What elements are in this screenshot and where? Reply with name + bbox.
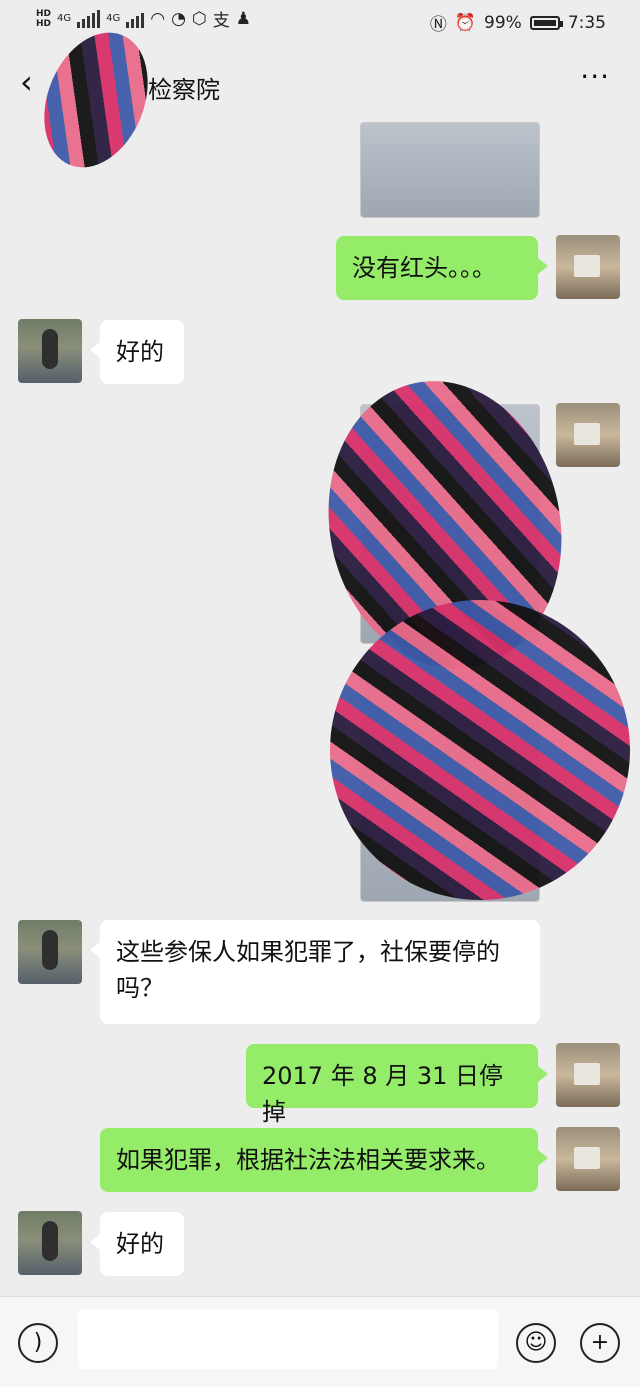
network2-label: 4G xyxy=(106,13,121,24)
nfc-icon: Ⓝ xyxy=(429,15,447,35)
back-button[interactable]: ‹ xyxy=(20,66,33,98)
contact-avatar[interactable] xyxy=(18,319,82,383)
contact-avatar[interactable] xyxy=(18,1211,82,1275)
my-avatar[interactable] xyxy=(556,1043,620,1107)
plus-icon[interactable]: + xyxy=(580,1323,620,1363)
hd-badge-2: HD xyxy=(36,18,52,29)
signal2-icon xyxy=(126,10,145,28)
message-bubble-in[interactable]: 好的 xyxy=(90,1212,184,1276)
alipay-icon: 支 xyxy=(212,11,230,31)
wifi-icon: ◠ xyxy=(150,8,166,29)
voice-icon[interactable]: ) xyxy=(18,1323,58,1363)
image-redaction xyxy=(280,550,640,950)
emoji-icon[interactable]: ☺ xyxy=(516,1323,556,1363)
clock-time: 7:35 xyxy=(567,12,606,33)
battery-icon xyxy=(529,15,563,30)
hd-badge-1: HD xyxy=(36,8,52,19)
shield-icon: ⬡ xyxy=(191,8,207,29)
contact-avatar[interactable] xyxy=(18,920,82,984)
message-input[interactable] xyxy=(78,1309,498,1369)
image-message[interactable] xyxy=(360,122,540,218)
my-avatar[interactable] xyxy=(556,1127,620,1191)
message-bubble-out[interactable]: 2017 年 8 月 31 日停掉 xyxy=(246,1044,548,1126)
network-label: 4G xyxy=(57,13,72,24)
more-options-button[interactable]: ··· xyxy=(580,60,610,93)
message-bubble-out[interactable]: 没有红头。。。 xyxy=(336,236,548,300)
message-bubble-in[interactable]: 这些参保人如果犯罪了，社保要停的吗？ xyxy=(90,920,540,1024)
status-right: Ⓝ ⏰ 99% 7:35 xyxy=(429,10,606,36)
alarm-icon: ⏰ xyxy=(454,12,477,33)
hd-badges: HD HD xyxy=(36,9,51,29)
message-bubble-in[interactable]: 好的 xyxy=(90,320,184,384)
battery-percent: 99% xyxy=(484,12,522,33)
my-avatar[interactable] xyxy=(556,403,620,467)
status-left: HD HD 4G 4G ◠ ◔ ⬡ 支 ♟ xyxy=(36,6,252,32)
qq-icon: ♟ xyxy=(235,8,252,29)
signal-icon xyxy=(77,9,101,28)
chat-title: 检察院 xyxy=(148,76,220,104)
composer-bar: ) ☺ + xyxy=(0,1296,640,1387)
clock-icon: ◔ xyxy=(171,8,186,29)
my-avatar[interactable] xyxy=(556,235,620,299)
message-bubble-out[interactable]: 如果犯罪，根据社法法相关要求来。 xyxy=(100,1128,548,1192)
